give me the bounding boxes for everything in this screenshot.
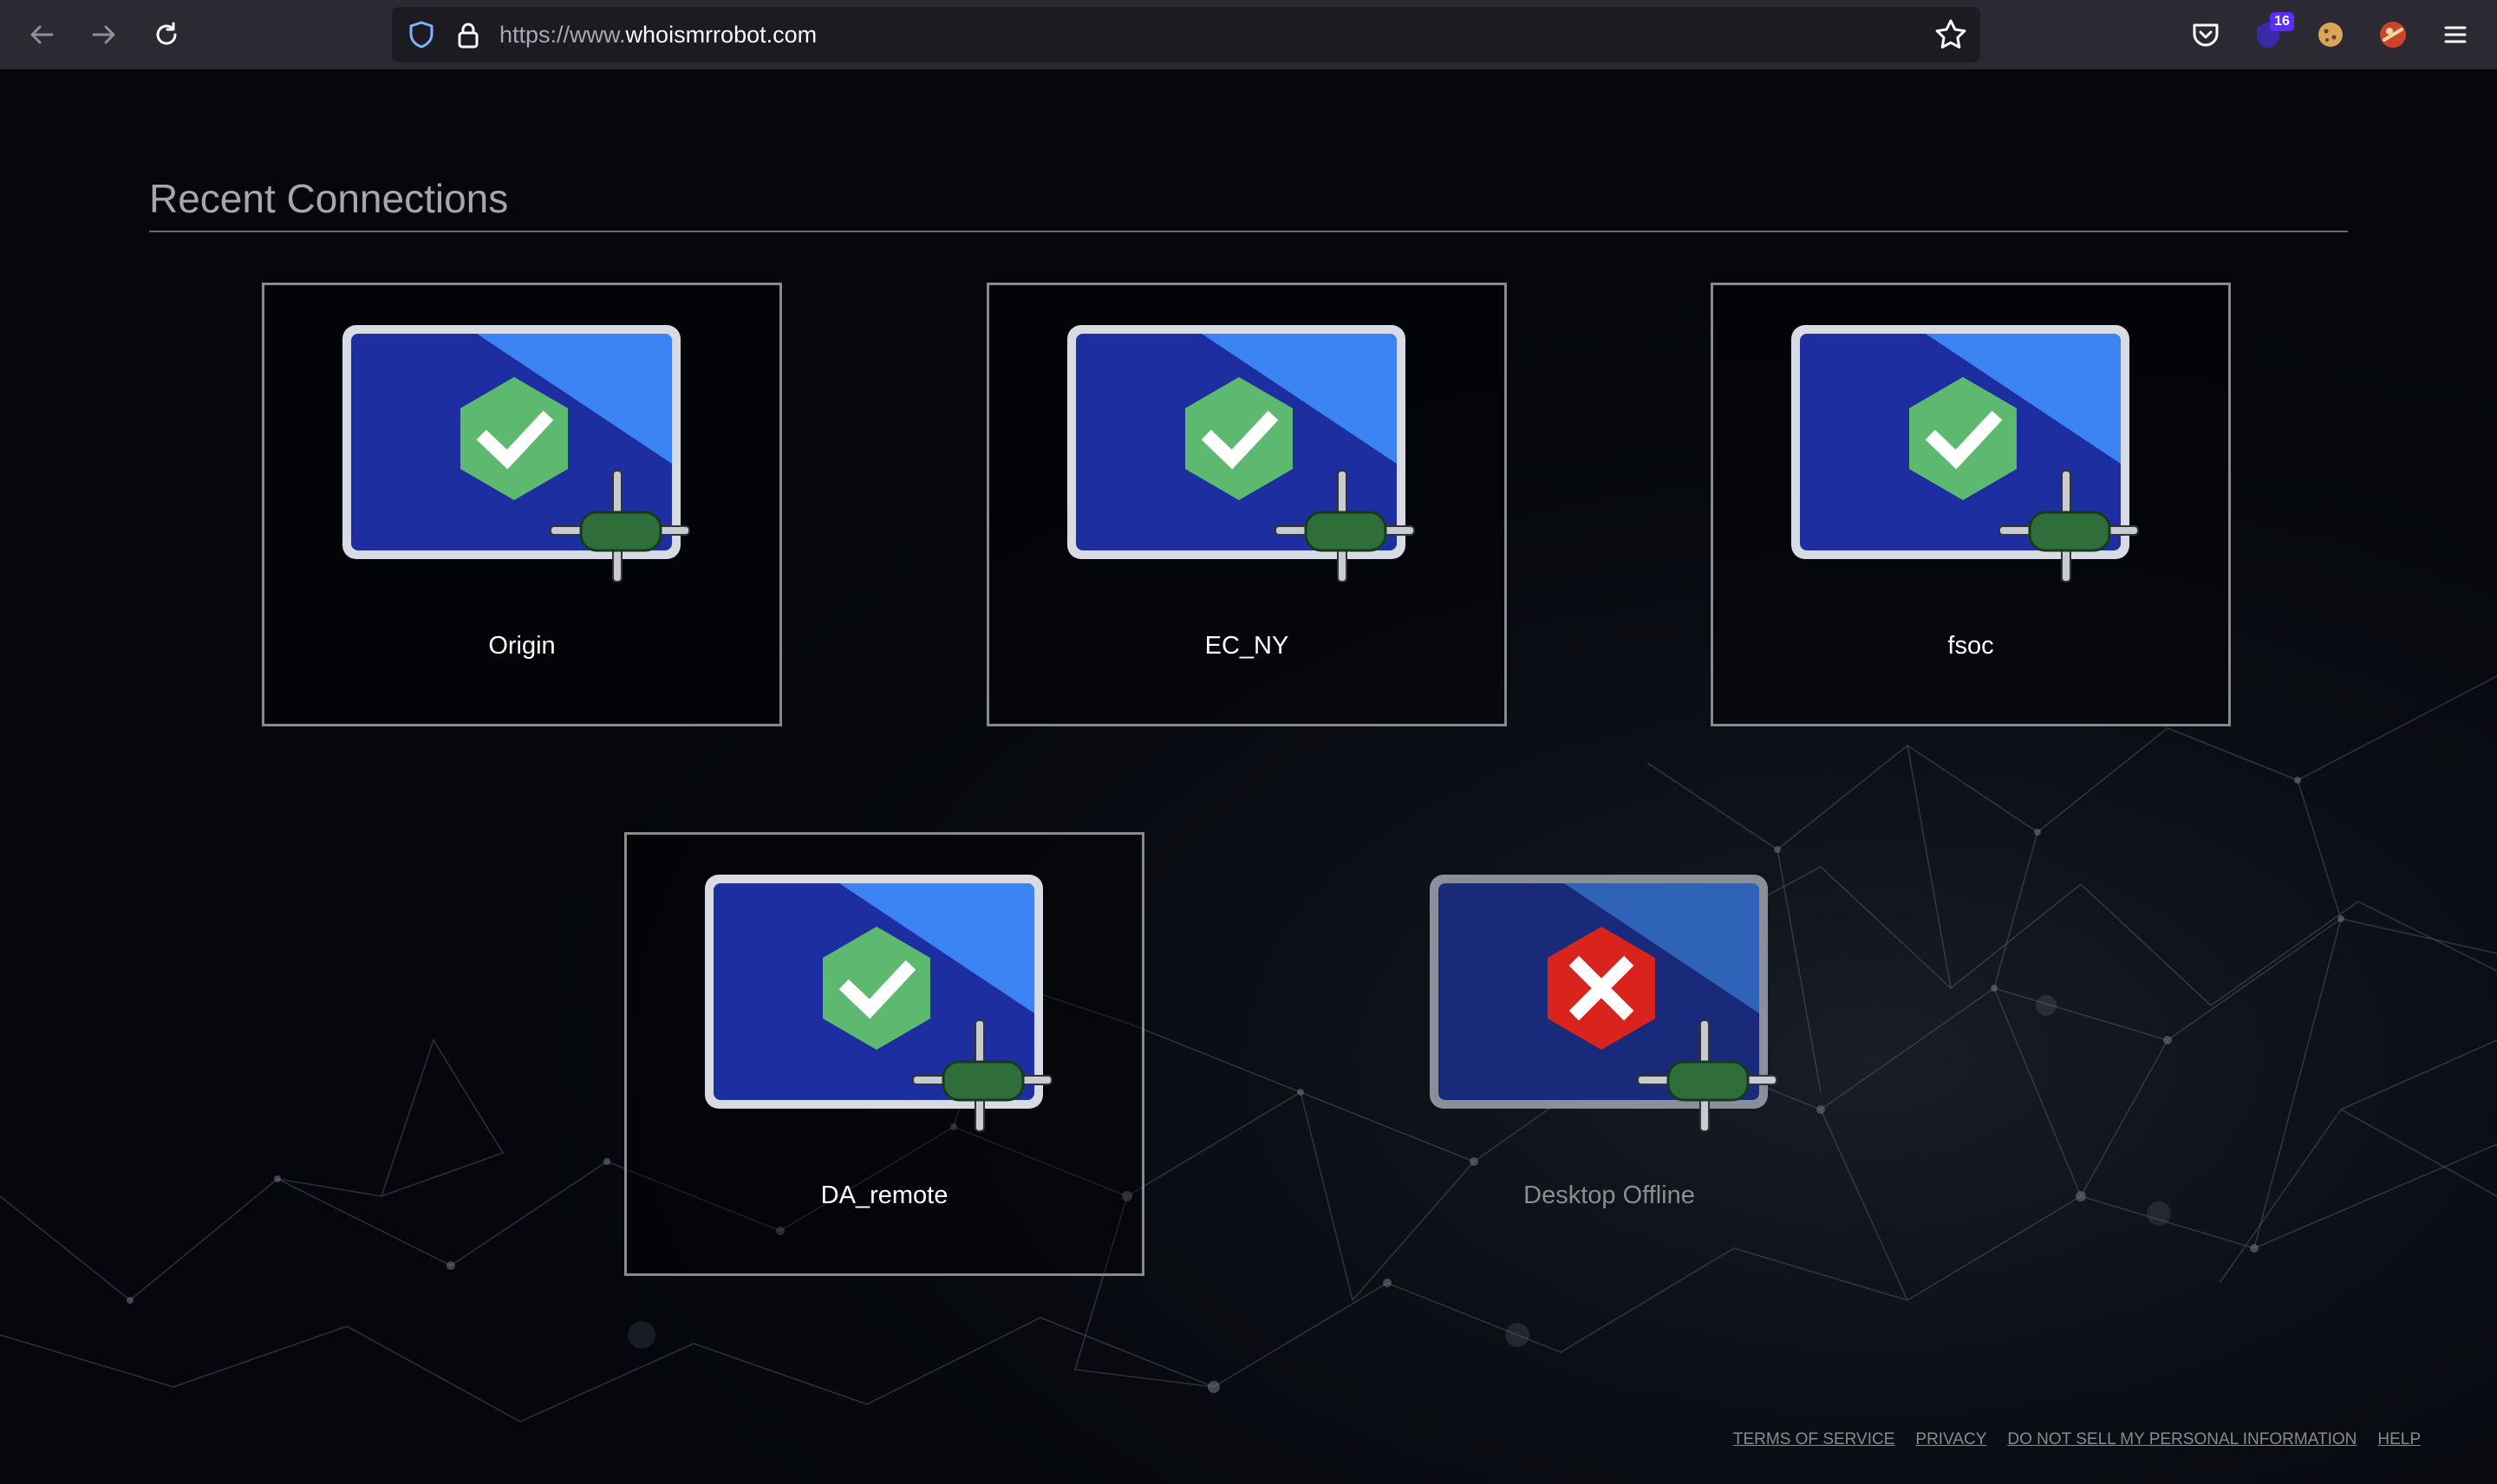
pocket-icon[interactable] xyxy=(2187,16,2225,54)
computer-online-icon xyxy=(342,325,724,568)
connection-tile-origin[interactable]: Origin xyxy=(262,283,782,726)
connection-name: Desktop Offline xyxy=(1523,1181,1695,1209)
footer-links: TERMS OF SERVICE PRIVACY DO NOT SELL MY … xyxy=(1733,1430,2421,1449)
page-content: Recent Connections Origin EC_NY fsoc DA_… xyxy=(0,69,2497,1484)
url-text: https://www.whoismrrobot.com xyxy=(499,7,817,62)
connection-tile-ec-ny[interactable]: EC_NY xyxy=(987,283,1507,726)
connection-name: Origin xyxy=(488,632,556,660)
extension-avatar-icon[interactable] xyxy=(2374,16,2412,54)
bookmark-star-icon[interactable] xyxy=(1933,17,1968,52)
connection-name: EC_NY xyxy=(1204,632,1289,660)
reload-icon[interactable] xyxy=(147,16,186,54)
cookie-icon[interactable] xyxy=(2311,16,2350,54)
lock-icon[interactable] xyxy=(453,19,484,50)
section-title: Recent Connections xyxy=(149,176,509,221)
terms-of-service-link[interactable]: TERMS OF SERVICE xyxy=(1733,1430,1895,1449)
do-not-sell-link[interactable]: DO NOT SELL MY PERSONAL INFORMATION xyxy=(2007,1430,2357,1449)
network-background xyxy=(0,69,2497,1484)
forward-arrow-icon[interactable] xyxy=(85,16,123,54)
computer-offline-icon xyxy=(1430,875,1811,1117)
address-bar[interactable]: https://www.whoismrrobot.com xyxy=(392,7,1980,62)
connection-tile-fsoc[interactable]: fsoc xyxy=(1711,283,2231,726)
computer-online-icon xyxy=(1791,325,2173,568)
connection-tile-da-remote[interactable]: DA_remote xyxy=(624,832,1144,1276)
computer-online-icon xyxy=(1067,325,1449,568)
hamburger-menu-icon[interactable] xyxy=(2436,16,2474,54)
url-scheme: https://www. xyxy=(499,22,626,48)
computer-online-icon xyxy=(705,875,1086,1117)
connection-name: fsoc xyxy=(1947,632,1994,660)
browser-toolbar: https://www.whoismrrobot.com 16 xyxy=(0,0,2497,69)
connection-tile-desktop-offline: Desktop Offline xyxy=(1349,832,1869,1276)
help-link[interactable]: HELP xyxy=(2377,1430,2421,1449)
extension-ublock-icon[interactable]: 16 xyxy=(2249,12,2294,54)
privacy-link[interactable]: PRIVACY xyxy=(1915,1430,1986,1449)
extension-badge: 16 xyxy=(2270,12,2294,31)
back-arrow-icon[interactable] xyxy=(23,16,61,54)
connection-name: DA_remote xyxy=(820,1181,949,1209)
url-host: whoismrrobot.com xyxy=(625,22,818,48)
shield-icon[interactable] xyxy=(406,19,437,50)
section-divider xyxy=(149,231,2348,232)
